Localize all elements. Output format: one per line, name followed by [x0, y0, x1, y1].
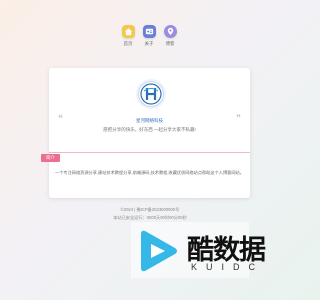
site-name[interactable]: 星河网络科技: [49, 118, 250, 124]
profile-card: ❝ ❞ 星河网络科技 愿把分享的快乐，好东西 一起分享大家不私藏! 简介 一个专…: [41, 68, 250, 198]
runtime-text: 本站已安全运行：0000天00时00分00秒: [113, 215, 187, 220]
icp-link[interactable]: ©2024 | 豫ICP备2023000000号: [0, 206, 300, 214]
site-tagline: 愿把分享的快乐，好东西 一起分享大家不私藏!: [103, 127, 196, 132]
watermark-sub: KUIDC: [191, 262, 265, 272]
site-logo[interactable]: [138, 81, 164, 107]
play-logo-icon: [141, 230, 177, 272]
location-pin-icon: [163, 25, 177, 38]
top-navigation: 首页 关于 博客: [119, 25, 179, 49]
id-card-icon: [142, 25, 156, 38]
nav-label-home: 首页: [123, 41, 133, 46]
footer: ©2024 | 豫ICP备2023000000号 本站已安全运行：0000天00…: [0, 206, 300, 222]
nav-label-about: 关于: [144, 41, 154, 46]
brand-watermark: 酷数据 KUIDC: [131, 222, 266, 278]
intro-text: 一个专注网络资源分享,建站技术教程分享,前端源码,技术教程,收藏优质网络站点帮助…: [55, 170, 244, 175]
intro-tag: 简介: [41, 154, 60, 162]
nav-item-about[interactable]: 关于: [140, 25, 158, 49]
nav-label-blog: 博客: [165, 41, 175, 46]
nav-item-home[interactable]: 首页: [119, 25, 137, 49]
nav-item-blog[interactable]: 博客: [161, 25, 179, 49]
home-icon: [121, 25, 135, 38]
divider: [49, 152, 250, 153]
